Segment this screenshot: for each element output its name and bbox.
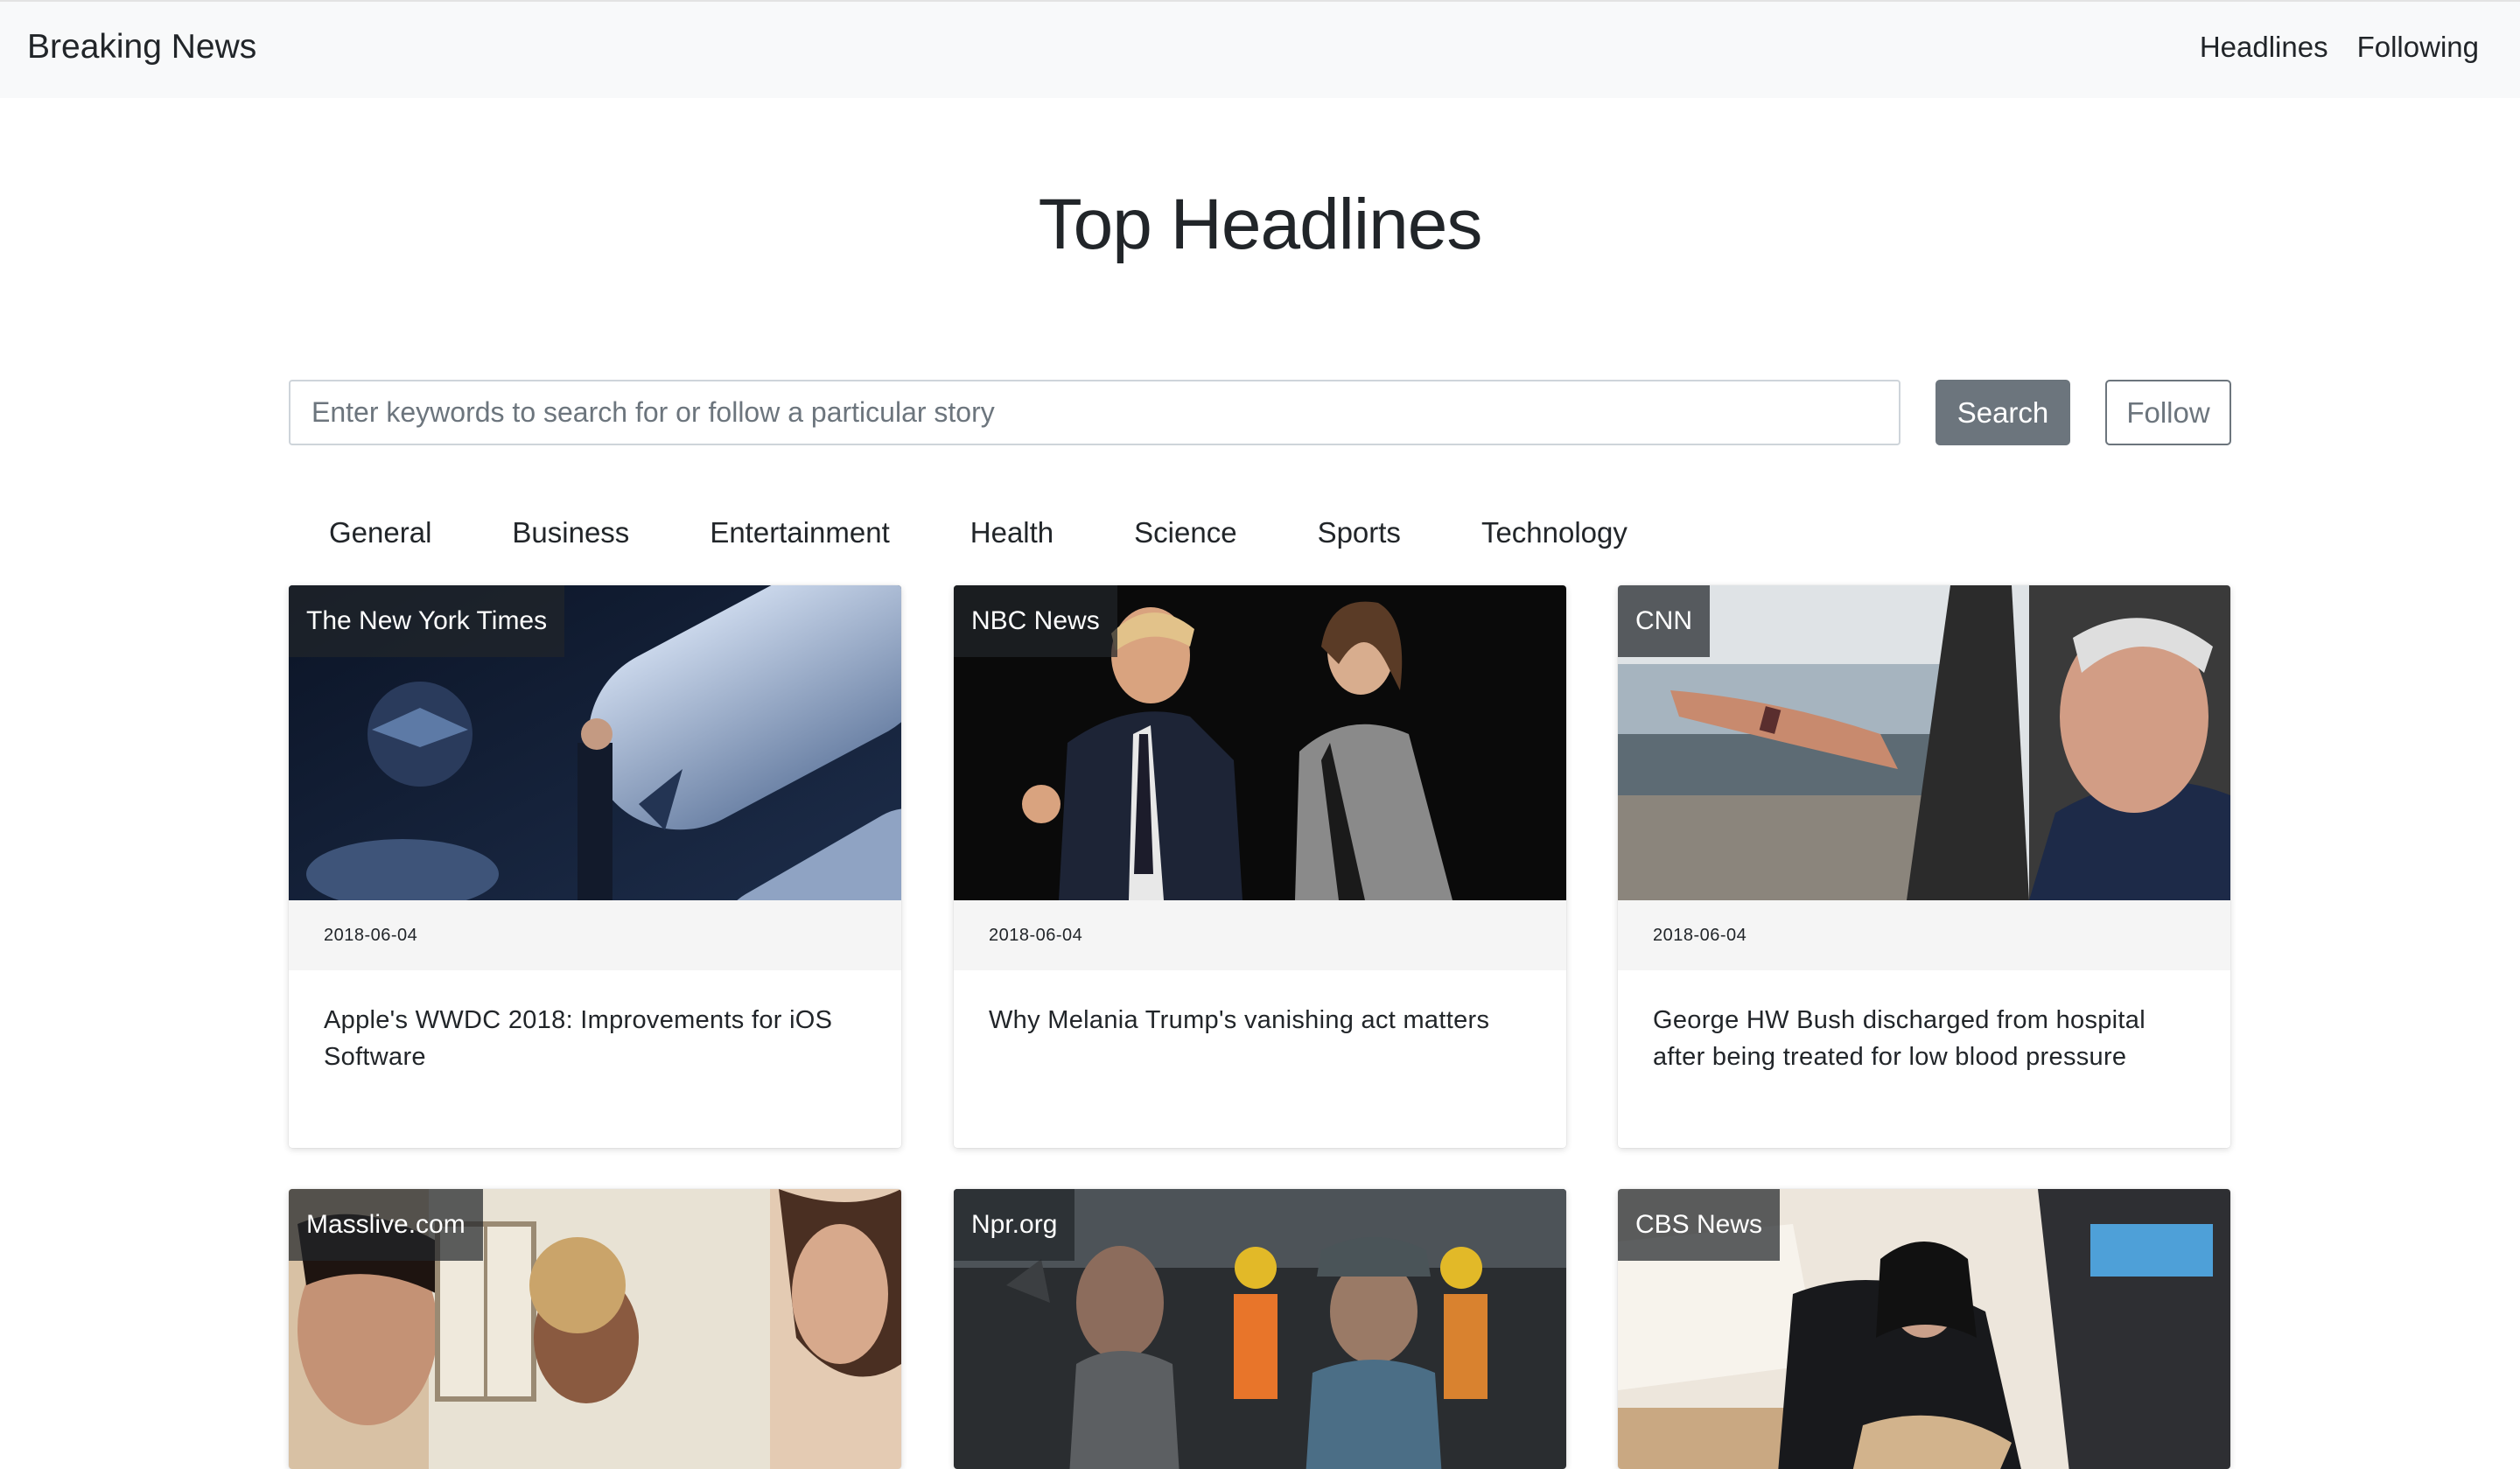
article-image: CBS News: [1618, 1189, 2230, 1469]
article-title[interactable]: Apple's WWDC 2018: Improvements for iOS …: [289, 970, 901, 1107]
nav-links: Headlines Following: [2200, 31, 2479, 64]
source-badge: Npr.org: [954, 1189, 1075, 1261]
tab-general[interactable]: General: [289, 516, 472, 549]
article-card[interactable]: CNN 2018-06-04 George HW Bush discharged…: [1618, 585, 2230, 1148]
search-input[interactable]: [289, 380, 1900, 445]
tab-health[interactable]: Health: [930, 516, 1094, 549]
tab-sports[interactable]: Sports: [1278, 516, 1441, 549]
article-card[interactable]: CBS News: [1618, 1189, 2230, 1469]
article-card[interactable]: NBC News 2018-06-04 Why Melania Trump's …: [954, 585, 1566, 1148]
brand-link[interactable]: Breaking News: [27, 28, 256, 66]
source-badge: Masslive.com: [289, 1189, 483, 1261]
article-image: NBC News: [954, 585, 1566, 900]
article-card[interactable]: The New York Times 2018-06-04 Apple's WW…: [289, 585, 901, 1148]
category-tabs: General Business Entertainment Health Sc…: [289, 516, 1668, 549]
article-date: 2018-06-04: [954, 900, 1566, 970]
article-card[interactable]: Npr.org: [954, 1189, 1566, 1469]
source-badge: NBC News: [954, 585, 1117, 657]
article-date: 2018-06-04: [289, 900, 901, 970]
follow-button[interactable]: Follow: [2105, 380, 2231, 445]
article-title[interactable]: Why Melania Trump's vanishing act matter…: [954, 970, 1566, 1070]
source-badge: CBS News: [1618, 1189, 1781, 1261]
source-badge: The New York Times: [289, 585, 565, 657]
tab-technology[interactable]: Technology: [1441, 516, 1668, 549]
article-image: CNN: [1618, 585, 2230, 900]
page-title: Top Headlines: [1038, 185, 1483, 264]
tab-science[interactable]: Science: [1094, 516, 1277, 549]
search-button[interactable]: Search: [1936, 380, 2070, 445]
nav-link-following[interactable]: Following: [2357, 31, 2479, 64]
article-image: Masslive.com: [289, 1189, 901, 1469]
source-badge: CNN: [1618, 585, 1710, 657]
article-image: The New York Times: [289, 585, 901, 900]
article-date: 2018-06-04: [1618, 900, 2230, 970]
tab-business[interactable]: Business: [472, 516, 669, 549]
navbar: Breaking News Headlines Following: [0, 0, 2520, 98]
nav-link-headlines[interactable]: Headlines: [2200, 31, 2328, 64]
article-title[interactable]: George HW Bush discharged from hospital …: [1618, 970, 2230, 1107]
tab-entertainment[interactable]: Entertainment: [669, 516, 929, 549]
article-image: Npr.org: [954, 1189, 1566, 1469]
article-card[interactable]: Masslive.com: [289, 1189, 901, 1469]
